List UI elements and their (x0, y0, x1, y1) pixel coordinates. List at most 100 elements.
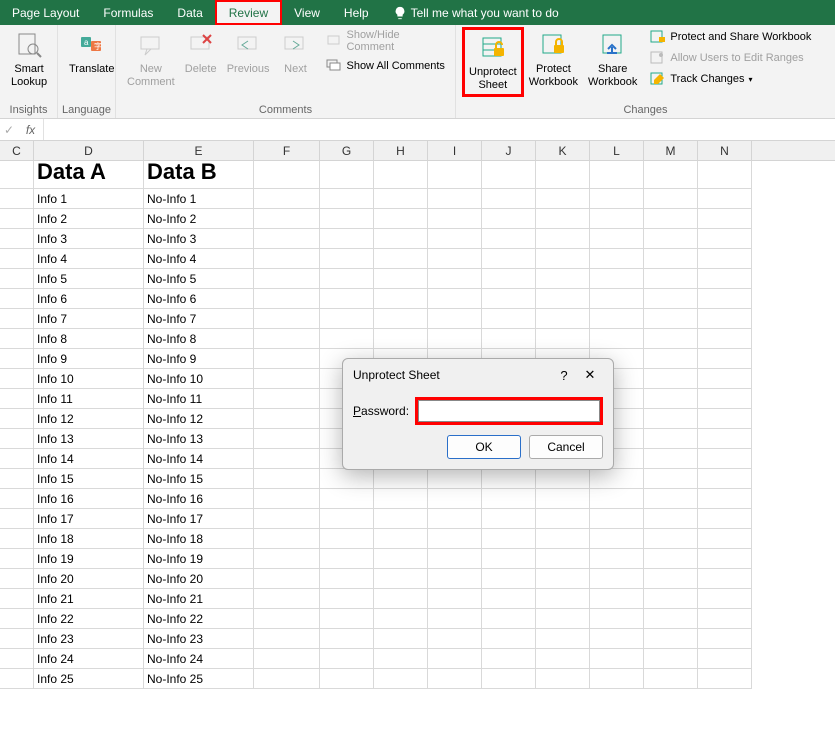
cell[interactable] (590, 329, 644, 349)
cell[interactable] (428, 569, 482, 589)
cell[interactable]: Info 5 (34, 269, 144, 289)
cell[interactable] (536, 289, 590, 309)
cell[interactable] (320, 489, 374, 509)
cell[interactable] (536, 629, 590, 649)
cell[interactable] (0, 569, 34, 589)
cell[interactable] (0, 289, 34, 309)
cell[interactable] (698, 449, 752, 469)
cell[interactable] (0, 629, 34, 649)
cell[interactable]: No-Info 19 (144, 549, 254, 569)
cell[interactable] (0, 229, 34, 249)
col-header-e[interactable]: E (144, 141, 254, 161)
cell[interactable] (0, 529, 34, 549)
col-header-f[interactable]: F (254, 141, 320, 161)
col-header-j[interactable]: J (482, 141, 536, 161)
tab-view[interactable]: View (282, 0, 332, 25)
cell[interactable] (428, 229, 482, 249)
cell[interactable] (254, 189, 320, 209)
cell[interactable] (428, 669, 482, 689)
cell[interactable] (374, 229, 428, 249)
cell[interactable] (428, 529, 482, 549)
cell[interactable] (698, 629, 752, 649)
cell[interactable]: No-Info 2 (144, 209, 254, 229)
cell[interactable] (644, 429, 698, 449)
cell[interactable]: Info 16 (34, 489, 144, 509)
cell[interactable] (536, 229, 590, 249)
cell[interactable] (644, 409, 698, 429)
cell[interactable] (536, 549, 590, 569)
cell[interactable] (698, 249, 752, 269)
allow-edit-ranges-button[interactable]: Allow Users to Edit Ranges (646, 48, 815, 68)
col-header-h[interactable]: H (374, 141, 428, 161)
cell[interactable] (254, 529, 320, 549)
cell[interactable] (0, 669, 34, 689)
cell[interactable] (374, 289, 428, 309)
cell[interactable]: Info 2 (34, 209, 144, 229)
cell[interactable] (320, 269, 374, 289)
cell[interactable] (374, 209, 428, 229)
cell[interactable] (644, 569, 698, 589)
cell[interactable] (374, 189, 428, 209)
col-header-d[interactable]: D (34, 141, 144, 161)
cell[interactable] (428, 161, 482, 189)
cell[interactable] (644, 209, 698, 229)
cell[interactable] (320, 161, 374, 189)
cell[interactable] (536, 249, 590, 269)
cell[interactable] (0, 249, 34, 269)
cell[interactable] (482, 249, 536, 269)
cell[interactable] (698, 289, 752, 309)
cell[interactable] (698, 209, 752, 229)
cell[interactable] (0, 429, 34, 449)
cell[interactable]: No-Info 20 (144, 569, 254, 589)
cell[interactable] (590, 229, 644, 249)
cell[interactable]: Info 14 (34, 449, 144, 469)
cell[interactable] (254, 209, 320, 229)
cell[interactable] (374, 529, 428, 549)
cell[interactable]: Info 21 (34, 589, 144, 609)
cell[interactable] (590, 161, 644, 189)
unprotect-sheet-button[interactable]: Unprotect Sheet (462, 27, 524, 97)
cell[interactable] (254, 609, 320, 629)
cell[interactable]: No-Info 15 (144, 469, 254, 489)
cell[interactable] (0, 369, 34, 389)
cell[interactable] (482, 469, 536, 489)
cell[interactable]: No-Info 17 (144, 509, 254, 529)
cell[interactable] (374, 629, 428, 649)
cell[interactable] (698, 369, 752, 389)
tab-review[interactable]: Review (215, 0, 282, 25)
cell[interactable]: Info 22 (34, 609, 144, 629)
cell[interactable] (428, 649, 482, 669)
col-header-m[interactable]: M (644, 141, 698, 161)
cell[interactable] (536, 649, 590, 669)
show-hide-comment-button[interactable]: Show/Hide Comment (322, 27, 449, 55)
tell-me-input[interactable]: Tell me what you want to do (381, 0, 571, 25)
cell[interactable] (254, 669, 320, 689)
cell[interactable] (374, 309, 428, 329)
cell[interactable]: No-Info 3 (144, 229, 254, 249)
dialog-titlebar[interactable]: Unprotect Sheet ? ✕ (343, 359, 613, 391)
cell[interactable]: Info 3 (34, 229, 144, 249)
cell[interactable]: No-Info 25 (144, 669, 254, 689)
cell[interactable] (482, 649, 536, 669)
cell[interactable] (374, 509, 428, 529)
tab-page-layout[interactable]: Page Layout (0, 0, 91, 25)
cell[interactable] (320, 509, 374, 529)
cell[interactable] (590, 189, 644, 209)
cell[interactable] (698, 489, 752, 509)
cell[interactable] (0, 161, 34, 189)
cell[interactable] (374, 549, 428, 569)
cell[interactable] (428, 589, 482, 609)
cell[interactable] (590, 249, 644, 269)
cell[interactable] (590, 529, 644, 549)
cell[interactable] (698, 349, 752, 369)
cell[interactable] (644, 389, 698, 409)
col-header-g[interactable]: G (320, 141, 374, 161)
ok-button[interactable]: OK (447, 435, 521, 459)
cell[interactable] (0, 209, 34, 229)
cell[interactable] (482, 629, 536, 649)
cell[interactable] (590, 209, 644, 229)
cell[interactable] (374, 161, 428, 189)
cell[interactable] (644, 629, 698, 649)
cancel-button[interactable]: Cancel (529, 435, 603, 459)
cell[interactable] (374, 669, 428, 689)
